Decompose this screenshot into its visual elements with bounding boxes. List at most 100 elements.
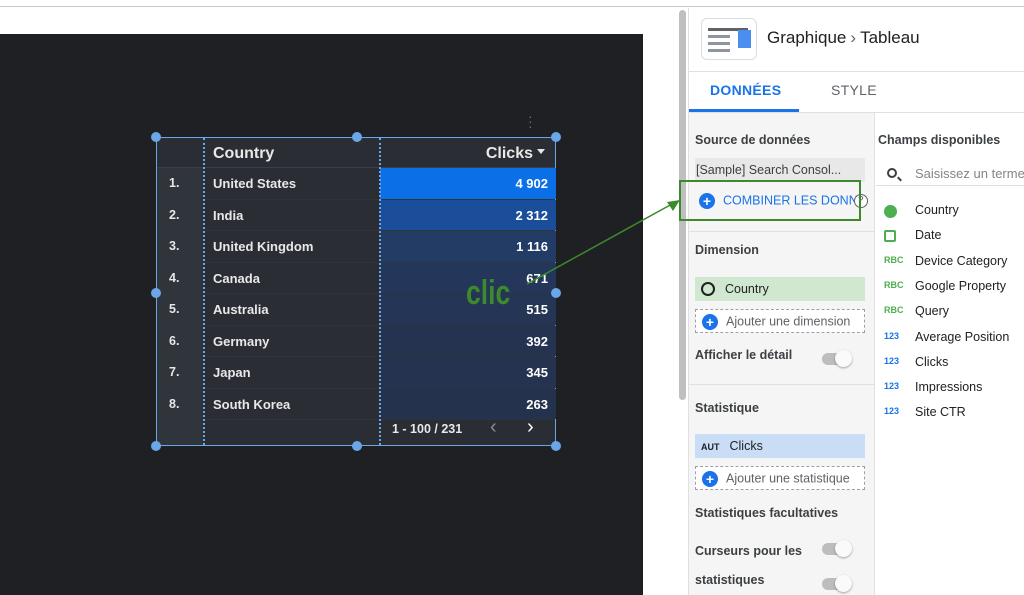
text-field-icon: RBC [884, 305, 904, 316]
row-number: 4. [169, 270, 180, 285]
metric-chip-label: Clicks [729, 439, 763, 453]
resize-handle[interactable] [551, 441, 561, 451]
breadcrumb: Graphique › Tableau [767, 28, 920, 48]
field-item[interactable]: RBC Device Category [876, 251, 1024, 273]
chevron-right-icon: › [850, 28, 857, 47]
search-input[interactable]: Saisissez un terme [915, 166, 1024, 181]
tab-style[interactable]: STYLE [831, 82, 877, 98]
metric-sliders-toggle[interactable] [822, 575, 852, 592]
dimension-chip-country[interactable]: Country [695, 277, 865, 301]
metric-label: Statistique [695, 401, 759, 415]
cell-country: Canada [213, 270, 260, 286]
show-detail-toggle[interactable] [822, 350, 852, 367]
column-divider [379, 138, 381, 445]
cell-country: Australia [213, 302, 269, 317]
resize-handle[interactable] [352, 132, 362, 142]
add-circle-icon: + [702, 314, 718, 330]
field-name: Device Category [915, 253, 1008, 268]
table-pagination: 1 - 100 / 231 ‹ › [380, 414, 556, 444]
resize-handle[interactable] [551, 288, 561, 298]
field-name: Clicks [915, 354, 949, 369]
cell-country: India [213, 207, 244, 223]
field-item[interactable]: 123 Clicks [876, 352, 1024, 374]
field-item[interactable]: Date [876, 225, 1024, 247]
resize-handle[interactable] [352, 441, 362, 451]
table-row[interactable]: 3. United Kingdom 1 116 [157, 231, 556, 263]
cell-clicks: 2 312 [515, 207, 548, 223]
table-chart-icon[interactable] [701, 18, 757, 60]
field-name: Average Position [915, 329, 1010, 344]
resize-handle[interactable] [151, 288, 161, 298]
table-row[interactable]: 6. Germany 392 [157, 325, 556, 357]
add-metric-button[interactable]: + Ajouter une statistique [695, 466, 865, 490]
cell-country: Germany [213, 333, 270, 349]
cell-country: United States [213, 176, 297, 191]
field-item[interactable]: RBC Google Property [876, 276, 1024, 298]
globe-icon [701, 281, 715, 296]
row-number: 2. [169, 207, 180, 222]
field-name: Query [915, 304, 950, 319]
resize-handle[interactable] [151, 441, 161, 451]
field-name: Impressions [915, 380, 983, 395]
cell-clicks: 345 [526, 365, 548, 380]
aggregation-badge[interactable]: AUT [701, 442, 720, 452]
more-vert-icon[interactable]: · · · [528, 109, 533, 133]
search-icon [887, 168, 897, 178]
cell-clicks-heatmap: 345 [380, 357, 556, 388]
add-dimension-label: Ajouter une dimension [726, 314, 851, 329]
add-dimension-button[interactable]: + Ajouter une dimension [695, 309, 865, 333]
click-annotation: clic [466, 274, 511, 312]
cell-clicks-heatmap: 4 902 [380, 168, 556, 199]
metric-chip-clicks[interactable]: AUT Clicks [695, 434, 865, 458]
section-divider [689, 384, 875, 385]
cell-clicks: 1 116 [516, 239, 548, 254]
field-item[interactable]: 123 Average Position [876, 327, 1024, 349]
row-number: 3. [169, 239, 180, 253]
geo-field-icon [884, 205, 897, 218]
field-name: Site CTR [915, 405, 966, 420]
table-row[interactable]: 1. United States 4 902 [157, 168, 556, 200]
field-item[interactable]: 123 Site CTR [876, 402, 1024, 424]
cell-country: South Korea [213, 396, 291, 412]
chevron-left-icon[interactable]: ‹ [490, 416, 497, 439]
pagination-range: 1 - 100 / 231 [392, 422, 463, 436]
field-name: Date [915, 228, 942, 243]
available-fields-column: Champs disponibles Saisissez un terme Co… [876, 113, 1024, 595]
add-circle-icon: + [702, 471, 718, 487]
cell-clicks: 4 902 [515, 176, 548, 191]
cell-clicks: 515 [526, 302, 548, 317]
field-name: Google Property [915, 278, 1007, 293]
data-source-selector[interactable]: [Sample] Search Consol... [695, 158, 865, 182]
dimension-label: Dimension [695, 243, 759, 257]
breadcrumb-chart: Graphique [767, 28, 847, 47]
data-source-label: Source de données [695, 133, 811, 147]
table-row[interactable]: 7. Japan 345 [157, 357, 556, 389]
sort-desc-icon[interactable] [537, 149, 545, 154]
field-item[interactable]: 123 Impressions [876, 377, 1024, 399]
table-header: Country Clicks [157, 138, 555, 168]
field-search[interactable]: Saisissez un terme [876, 160, 1024, 186]
number-field-icon: 123 [884, 406, 900, 417]
highlight-box [679, 180, 861, 221]
chevron-right-icon[interactable]: › [527, 416, 534, 439]
row-number: 6. [169, 333, 180, 348]
top-divider [0, 6, 1024, 7]
tab-data[interactable]: DONNÉES [710, 82, 781, 98]
cell-clicks: 671 [526, 270, 548, 286]
number-field-icon: 123 [884, 381, 900, 392]
resize-handle[interactable] [151, 132, 161, 142]
column-header-clicks[interactable]: Clicks [486, 145, 533, 163]
table-row[interactable]: 2. India 2 312 [157, 199, 556, 231]
row-number: 1. [169, 176, 180, 190]
dimension-chip-label: Country [725, 282, 769, 296]
calendar-icon [884, 230, 896, 243]
header-divider [689, 71, 1024, 72]
field-item[interactable]: Country [876, 200, 1024, 222]
column-header-country[interactable]: Country [213, 145, 274, 163]
resize-handle[interactable] [551, 132, 561, 142]
breadcrumb-chart-type: Tableau [860, 28, 920, 47]
cell-clicks-heatmap: 1 116 [380, 231, 556, 262]
optional-metrics-toggle[interactable] [822, 540, 852, 557]
field-item[interactable]: RBC Query [876, 301, 1024, 323]
properties-panel: Graphique › Tableau DONNÉES STYLE Source d… [679, 8, 1024, 595]
